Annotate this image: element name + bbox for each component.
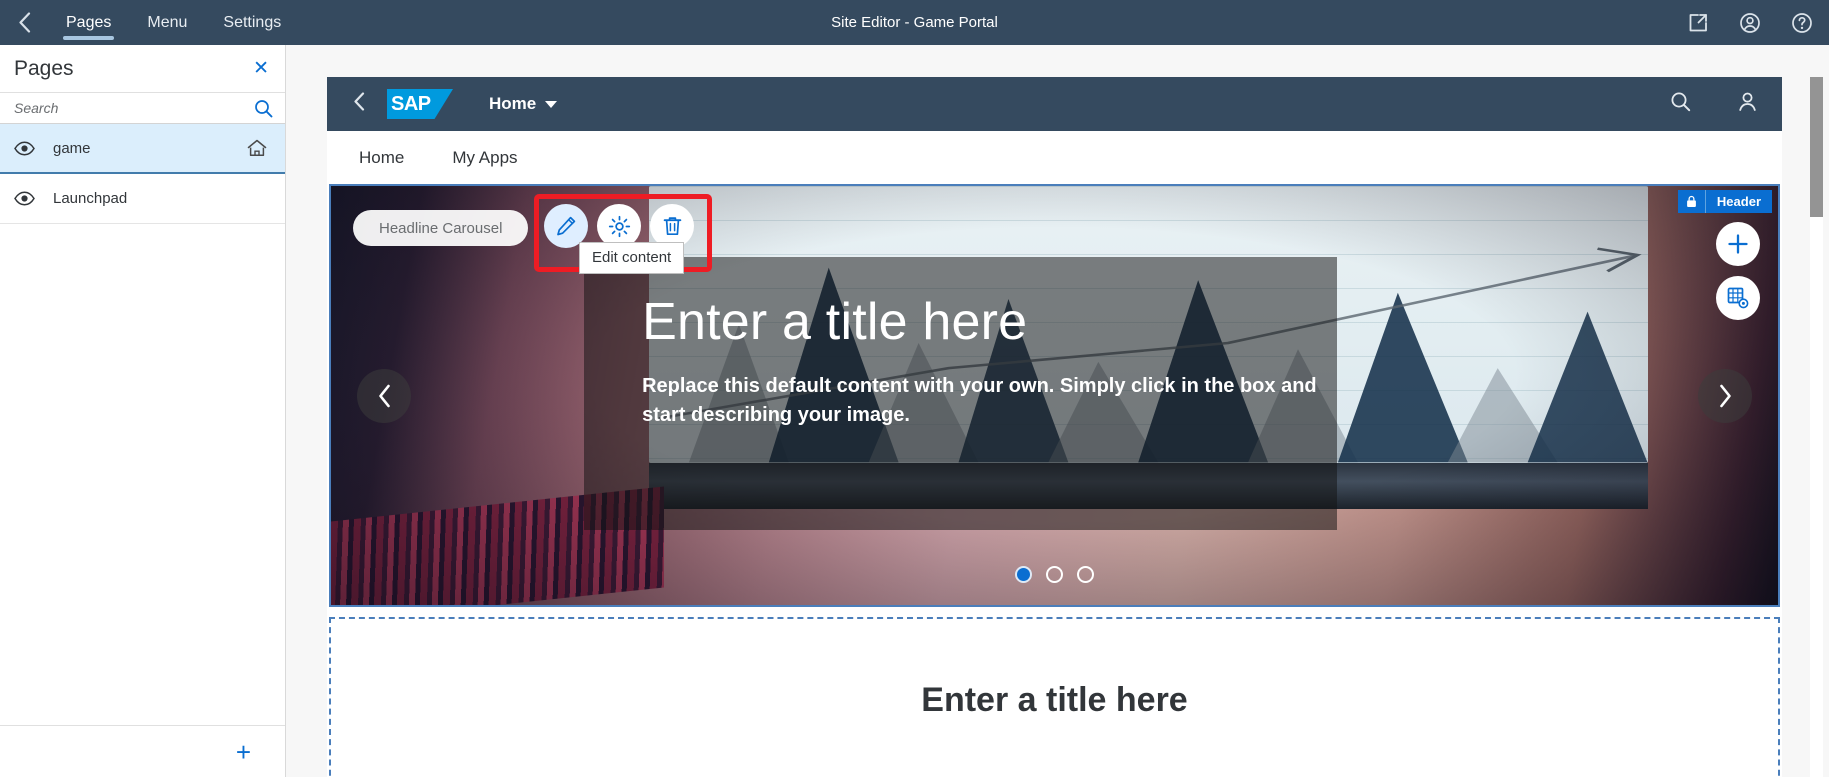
section-type-badge[interactable]: Header — [1677, 190, 1772, 213]
sidebar-close-button[interactable]: ✕ — [253, 59, 269, 78]
tab-pages[interactable]: Pages — [48, 0, 129, 45]
sidebar-search-row — [0, 92, 285, 124]
back-button[interactable] — [0, 0, 48, 45]
chevron-left-icon — [18, 12, 30, 33]
gear-icon — [608, 215, 630, 237]
drop-section-heading: Enter a title here — [921, 681, 1188, 719]
pencil-icon — [557, 216, 576, 236]
preview-shell-bar: SAP Home — [327, 77, 1782, 131]
tab-settings[interactable]: Settings — [205, 0, 299, 45]
preview-tab-home-label: Home — [359, 147, 405, 167]
chevron-right-icon — [1719, 384, 1731, 407]
home-page-indicator[interactable] — [247, 139, 267, 157]
add-section-button[interactable] — [1716, 222, 1760, 266]
carousel-text-block[interactable]: Enter a title here Replace this default … — [642, 295, 1337, 431]
carousel-dot-3[interactable] — [1077, 566, 1094, 583]
sidebar-item-game[interactable]: game — [0, 124, 285, 174]
carousel-dot-1[interactable] — [1015, 566, 1032, 583]
sap-logo: SAP — [387, 89, 453, 119]
sidebar-title: Pages — [14, 56, 74, 80]
chevron-left-icon — [378, 384, 390, 407]
visibility-eye-icon[interactable] — [14, 140, 35, 156]
preview-user-button[interactable] — [1737, 91, 1758, 117]
chevron-left-icon — [354, 91, 365, 111]
preview-tab-my-apps-label: My Apps — [452, 147, 518, 167]
pages-sidebar: Pages ✕ game — [0, 45, 286, 777]
tab-menu[interactable]: Menu — [129, 0, 205, 45]
sidebar-item-launchpad-label: Launchpad — [53, 190, 128, 207]
search-button[interactable] — [254, 99, 273, 118]
carousel-pagination — [331, 566, 1778, 583]
preview-tab-strip: Home My Apps — [327, 131, 1782, 184]
section-layout-button[interactable] — [1716, 276, 1760, 320]
carousel-prev-button[interactable] — [357, 368, 411, 423]
preview-tab-my-apps[interactable]: My Apps — [434, 148, 535, 168]
trash-icon — [663, 217, 681, 236]
eye-icon — [14, 140, 35, 156]
preview-search-button[interactable] — [1670, 91, 1691, 117]
open-in-new-icon — [1689, 13, 1707, 31]
section-name-pill[interactable]: Headline Carousel — [353, 210, 529, 246]
preview-back-button[interactable] — [353, 91, 365, 117]
help-button[interactable] — [1789, 10, 1815, 36]
lock-icon-wrapper — [1678, 190, 1706, 213]
tab-menu-label: Menu — [147, 13, 188, 31]
lock-icon — [1687, 195, 1696, 207]
section-side-controls — [1716, 222, 1760, 320]
top-bar-actions — [1685, 0, 1815, 45]
preview-shell-actions — [1670, 91, 1758, 117]
sidebar-footer: + — [0, 725, 285, 777]
plus-icon — [1728, 234, 1748, 254]
visibility-eye-icon[interactable] — [14, 191, 35, 206]
page-list: game Launchpad — [0, 124, 285, 725]
sidebar-item-game-label: game — [53, 139, 91, 157]
canvas-scrollbar[interactable] — [1810, 77, 1823, 777]
open-in-new-button[interactable] — [1685, 10, 1711, 36]
top-nav-tabs: Pages Menu Settings — [48, 0, 299, 45]
search-icon — [1671, 92, 1691, 112]
preview-tab-home[interactable]: Home — [341, 148, 422, 168]
edit-content-tooltip: Edit content — [579, 242, 685, 274]
carousel-section[interactable]: Enter a title here Replace this default … — [329, 184, 1780, 607]
content-drop-section[interactable]: Enter a title here — [329, 617, 1780, 777]
search-input[interactable] — [14, 100, 254, 116]
tab-settings-label: Settings — [223, 13, 282, 31]
preview-shell-title[interactable]: Home — [489, 94, 558, 114]
top-app-bar: Pages Menu Settings Site Editor - Game P… — [0, 0, 1829, 45]
section-type-badge-label: Header — [1716, 194, 1761, 209]
section-name-pill-label: Headline Carousel — [379, 219, 503, 237]
chevron-down-icon — [545, 100, 558, 108]
canvas-scrollbar-thumb[interactable] — [1810, 77, 1823, 217]
preview-shell-title-label: Home — [489, 94, 537, 113]
home-icon — [247, 139, 267, 156]
user-account-icon — [1740, 12, 1760, 33]
carousel-next-button[interactable] — [1698, 368, 1752, 423]
user-account-button[interactable] — [1737, 10, 1763, 36]
tab-pages-label: Pages — [66, 13, 112, 31]
grid-settings-icon — [1727, 287, 1749, 309]
carousel-headline: Enter a title here — [642, 292, 1028, 351]
carousel-dot-2[interactable] — [1046, 566, 1063, 583]
editor-canvas: SAP Home Home My Apps Enter a title here… — [287, 45, 1829, 777]
eye-icon — [14, 191, 35, 206]
carousel-body-text: Replace this default content with your o… — [642, 374, 1317, 427]
sidebar-item-launchpad[interactable]: Launchpad — [0, 174, 285, 224]
help-icon — [1792, 12, 1812, 33]
add-page-button[interactable]: + — [236, 739, 251, 765]
site-preview-frame: SAP Home Home My Apps Enter a title here… — [327, 77, 1782, 777]
sidebar-header: Pages ✕ — [0, 45, 285, 92]
user-icon — [1739, 92, 1756, 111]
search-icon — [255, 99, 273, 117]
sap-logo-text: SAP — [391, 92, 431, 115]
